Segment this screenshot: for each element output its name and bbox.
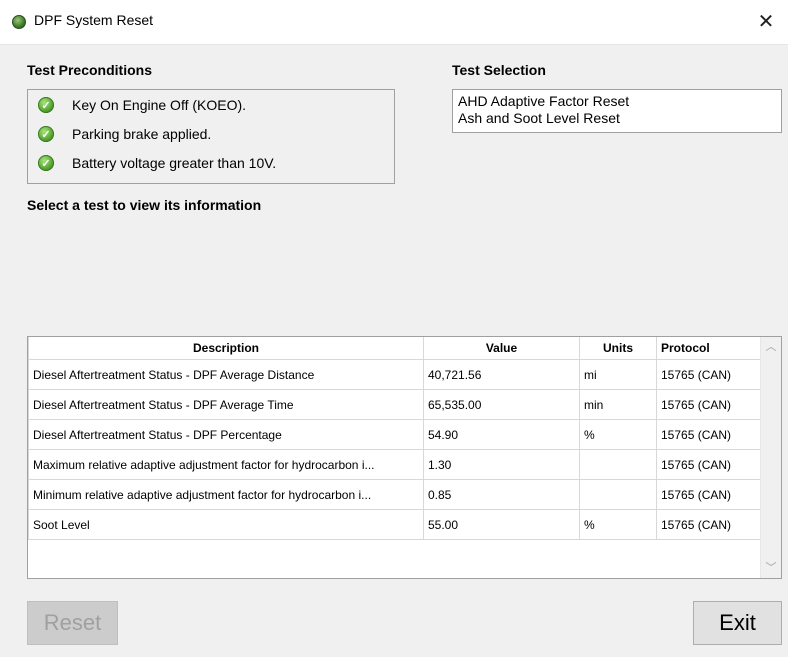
table-row[interactable]: Diesel Aftertreatment Status - DPF Avera… <box>28 359 763 390</box>
app-icon <box>12 15 26 29</box>
table-row[interactable]: Diesel Aftertreatment Status - DPF Avera… <box>28 389 763 420</box>
reset-button[interactable]: Reset <box>27 601 118 645</box>
cell-description: Diesel Aftertreatment Status - DPF Avera… <box>28 389 424 420</box>
cell-units: % <box>579 509 657 540</box>
window-title: DPF System Reset <box>34 12 154 28</box>
preconditions-heading: Test Preconditions <box>27 62 152 78</box>
column-header-description[interactable]: Description <box>28 337 424 360</box>
test-selection-list[interactable]: AHD Adaptive Factor Reset Ash and Soot L… <box>452 89 782 133</box>
cell-description: Maximum relative adaptive adjustment fac… <box>28 449 424 480</box>
cell-description: Diesel Aftertreatment Status - DPF Perce… <box>28 419 424 450</box>
check-icon: ✓ <box>38 97 54 113</box>
cell-units: min <box>579 389 657 420</box>
test-option-ash-and-soot-level-reset[interactable]: Ash and Soot Level Reset <box>458 110 776 127</box>
check-icon: ✓ <box>38 126 54 142</box>
preconditions-panel: ✓ Key On Engine Off (KOEO). ✓ Parking br… <box>27 89 395 184</box>
precondition-label: Key On Engine Off (KOEO). <box>72 97 247 113</box>
cell-protocol: 15765 (CAN) <box>656 449 763 480</box>
precondition-item: ✓ Parking brake applied. <box>38 123 211 145</box>
title-bar: DPF System Reset ✕ <box>0 0 788 45</box>
parameter-grid[interactable]: Description Value Units Protocol Diesel … <box>27 336 782 579</box>
cell-protocol: 15765 (CAN) <box>656 509 763 540</box>
test-option-ahd-adaptive-factor-reset[interactable]: AHD Adaptive Factor Reset <box>458 93 776 110</box>
column-header-protocol[interactable]: Protocol <box>656 337 763 360</box>
table-row[interactable]: Soot Level 55.00 % 15765 (CAN) <box>28 509 763 540</box>
precondition-item: ✓ Battery voltage greater than 10V. <box>38 152 276 174</box>
scroll-up-icon[interactable]: ︿ <box>761 337 781 357</box>
precondition-item: ✓ Key On Engine Off (KOEO). <box>38 94 246 116</box>
exit-button[interactable]: Exit <box>693 601 782 645</box>
cell-protocol: 15765 (CAN) <box>656 359 763 390</box>
table-row[interactable]: Diesel Aftertreatment Status - DPF Perce… <box>28 419 763 450</box>
test-info-prompt: Select a test to view its information <box>27 197 262 213</box>
cell-value: 1.30 <box>423 449 580 480</box>
precondition-label: Battery voltage greater than 10V. <box>72 155 277 171</box>
precondition-label: Parking brake applied. <box>72 126 212 142</box>
check-icon: ✓ <box>38 155 54 171</box>
cell-value: 0.85 <box>423 479 580 510</box>
cell-units <box>579 479 657 510</box>
column-header-units[interactable]: Units <box>579 337 657 360</box>
test-selection-heading: Test Selection <box>452 62 546 78</box>
table-header-row: Description Value Units Protocol <box>28 337 763 360</box>
cell-value: 40,721.56 <box>423 359 580 390</box>
cell-protocol: 15765 (CAN) <box>656 479 763 510</box>
cell-description: Soot Level <box>28 509 424 540</box>
cell-protocol: 15765 (CAN) <box>656 419 763 450</box>
scroll-down-icon[interactable]: ﹀ <box>761 558 781 578</box>
cell-description: Diesel Aftertreatment Status - DPF Avera… <box>28 359 424 390</box>
cell-description: Minimum relative adaptive adjustment fac… <box>28 479 424 510</box>
cell-units <box>579 449 657 480</box>
vertical-scrollbar[interactable]: ︿ ﹀ <box>760 337 781 578</box>
cell-value: 54.90 <box>423 419 580 450</box>
table-row[interactable]: Maximum relative adaptive adjustment fac… <box>28 449 763 480</box>
parameter-table: Description Value Units Protocol Diesel … <box>28 337 763 540</box>
close-icon[interactable]: ✕ <box>744 0 788 44</box>
table-row[interactable]: Minimum relative adaptive adjustment fac… <box>28 479 763 510</box>
cell-value: 55.00 <box>423 509 580 540</box>
cell-value: 65,535.00 <box>423 389 580 420</box>
column-header-value[interactable]: Value <box>423 337 580 360</box>
cell-protocol: 15765 (CAN) <box>656 389 763 420</box>
cell-units: % <box>579 419 657 450</box>
cell-units: mi <box>579 359 657 390</box>
